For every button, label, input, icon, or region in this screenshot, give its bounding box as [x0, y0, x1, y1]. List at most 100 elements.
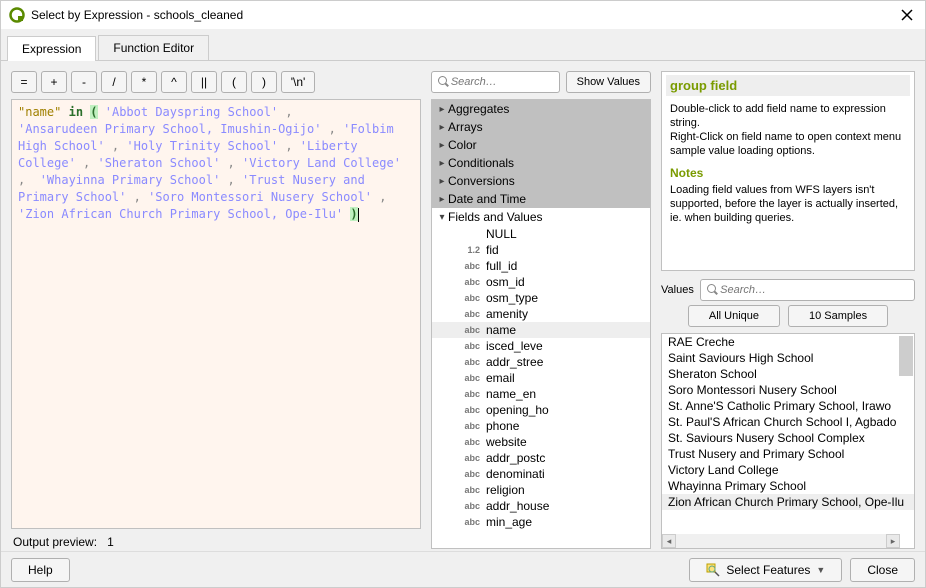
values-search-box[interactable]: [700, 279, 915, 301]
operator-button[interactable]: ): [251, 71, 277, 93]
close-icon: [901, 9, 913, 21]
scrollbar-horizontal[interactable]: ◂ ▸: [662, 534, 900, 548]
tree-category[interactable]: ▸Conditionals: [432, 154, 650, 172]
help-notes-body: Loading field values from WFS layers isn…: [670, 183, 906, 225]
field-label: denominati: [486, 467, 545, 481]
tree-field[interactable]: abcosm_id: [432, 274, 650, 290]
tree-field[interactable]: abcname_en: [432, 386, 650, 402]
field-type-badge: abc: [460, 453, 480, 463]
select-features-button[interactable]: Select Features ▼: [689, 558, 842, 582]
help-text-1: Double-click to add field name to expres…: [670, 102, 906, 130]
value-item[interactable]: Sheraton School: [662, 366, 914, 382]
tree-field[interactable]: abcfull_id: [432, 258, 650, 274]
tab-function-editor[interactable]: Function Editor: [98, 35, 209, 60]
field-type-badge: abc: [460, 501, 480, 511]
all-unique-button[interactable]: All Unique: [688, 305, 780, 327]
tree-category[interactable]: ▸Arrays: [432, 118, 650, 136]
tree-field[interactable]: abcemail: [432, 370, 650, 386]
value-item[interactable]: Soro Montessori Nusery School: [662, 382, 914, 398]
tree-field[interactable]: abcreligion: [432, 482, 650, 498]
chevron-right-icon: ▸: [436, 122, 448, 133]
tree-field[interactable]: NULL: [432, 226, 650, 242]
field-type-badge: abc: [460, 325, 480, 335]
close-button[interactable]: Close: [850, 558, 915, 582]
help-box: group field Double-click to add field na…: [661, 71, 915, 271]
output-preview-value: 1: [107, 535, 114, 549]
operator-button[interactable]: +: [41, 71, 67, 93]
chevron-down-icon: ▾: [436, 212, 448, 223]
operator-button[interactable]: -: [71, 71, 97, 93]
values-search-input[interactable]: [718, 283, 908, 297]
value-item[interactable]: Zion African Church Primary School, Ope-…: [662, 494, 914, 510]
value-item[interactable]: RAE Creche: [662, 334, 914, 350]
field-label: min_age: [486, 515, 532, 529]
tree-category-label: Fields and Values: [448, 210, 543, 224]
field-type-badge: abc: [460, 469, 480, 479]
tree-category[interactable]: ▸Color: [432, 136, 650, 154]
tree-field[interactable]: abcopening_ho: [432, 402, 650, 418]
operator-button[interactable]: /: [101, 71, 127, 93]
help-button[interactable]: Help: [11, 558, 70, 582]
value-item[interactable]: St. Saviours Nusery School Complex: [662, 430, 914, 446]
function-tree[interactable]: ▸Aggregates▸Arrays▸Color▸Conditionals▸Co…: [431, 99, 651, 549]
chevron-right-icon: ▸: [436, 176, 448, 187]
operator-button[interactable]: =: [11, 71, 37, 93]
tree-field[interactable]: abcamenity: [432, 306, 650, 322]
field-label: email: [486, 371, 515, 385]
tree-field[interactable]: abcosm_type: [432, 290, 650, 306]
window-close-button[interactable]: [897, 5, 917, 25]
tree-field[interactable]: abc denominati: [432, 466, 650, 482]
tree-field[interactable]: abc addr_stree: [432, 354, 650, 370]
tree-category[interactable]: ▸Date and Time: [432, 190, 650, 208]
value-item[interactable]: Victory Land College: [662, 462, 914, 478]
tree-category-label: Conditionals: [448, 156, 514, 170]
dialog-body: =+-/*^||()'\n' "name" in ( 'Abbot Dayspr…: [1, 61, 925, 559]
field-type-badge: abc: [460, 517, 480, 527]
value-item[interactable]: Saint Saviours High School: [662, 350, 914, 366]
value-item[interactable]: St. Anne'S Catholic Primary School, Iraw…: [662, 398, 914, 414]
field-type-badge: abc: [460, 357, 480, 367]
field-type-badge: abc: [460, 405, 480, 415]
tree-field[interactable]: abcisced_leve: [432, 338, 650, 354]
field-type-badge: abc: [460, 485, 480, 495]
values-list[interactable]: RAE CrecheSaint Saviours High SchoolSher…: [661, 333, 915, 549]
tree-category[interactable]: ▾Fields and Values: [432, 208, 650, 226]
chevron-right-icon: ▸: [436, 140, 448, 151]
tree-field[interactable]: abcaddr_postc: [432, 450, 650, 466]
search-icon: [438, 76, 449, 88]
select-features-icon: [706, 563, 720, 577]
scroll-left-button[interactable]: ◂: [662, 534, 676, 548]
operator-button[interactable]: (: [221, 71, 247, 93]
tree-search-input[interactable]: [449, 75, 553, 89]
dropdown-icon: ▼: [816, 565, 825, 575]
tree-search-box[interactable]: [431, 71, 560, 93]
function-tree-panel: Show Values ▸Aggregates▸Arrays▸Color▸Con…: [431, 71, 651, 549]
operator-button[interactable]: ^: [161, 71, 187, 93]
chevron-right-icon: ▸: [436, 158, 448, 169]
select-features-label: Select Features: [726, 563, 810, 577]
value-item[interactable]: Whayinna Primary School: [662, 478, 914, 494]
value-item[interactable]: St. Paul'S African Church School I, Agba…: [662, 414, 914, 430]
tree-category[interactable]: ▸Aggregates: [432, 100, 650, 118]
values-search-row: Values: [661, 279, 915, 301]
tree-category[interactable]: ▸Conversions: [432, 172, 650, 190]
operator-button[interactable]: '\n': [281, 71, 315, 93]
show-values-button[interactable]: Show Values: [566, 71, 651, 93]
samples-button[interactable]: 10 Samples: [788, 305, 888, 327]
scrollbar-thumb[interactable]: [899, 336, 913, 376]
value-item[interactable]: Trust Nusery and Primary School: [662, 446, 914, 462]
operator-button[interactable]: ||: [191, 71, 217, 93]
tree-field[interactable]: abcname: [432, 322, 650, 338]
field-label: addr_stree: [486, 355, 543, 369]
tab-expression[interactable]: Expression: [7, 36, 96, 61]
tree-field[interactable]: abcwebsite: [432, 434, 650, 450]
scroll-right-button[interactable]: ▸: [886, 534, 900, 548]
tree-field[interactable]: 1.2fid: [432, 242, 650, 258]
tree-field[interactable]: abcphone: [432, 418, 650, 434]
window-title: Select by Expression - schools_cleaned: [31, 8, 897, 22]
field-label: name: [486, 323, 516, 337]
operator-button[interactable]: *: [131, 71, 157, 93]
tree-field[interactable]: abcaddr_house: [432, 498, 650, 514]
expression-editor[interactable]: "name" in ( 'Abbot Dayspring School' , '…: [11, 99, 421, 529]
tree-field[interactable]: abc min_age: [432, 514, 650, 530]
